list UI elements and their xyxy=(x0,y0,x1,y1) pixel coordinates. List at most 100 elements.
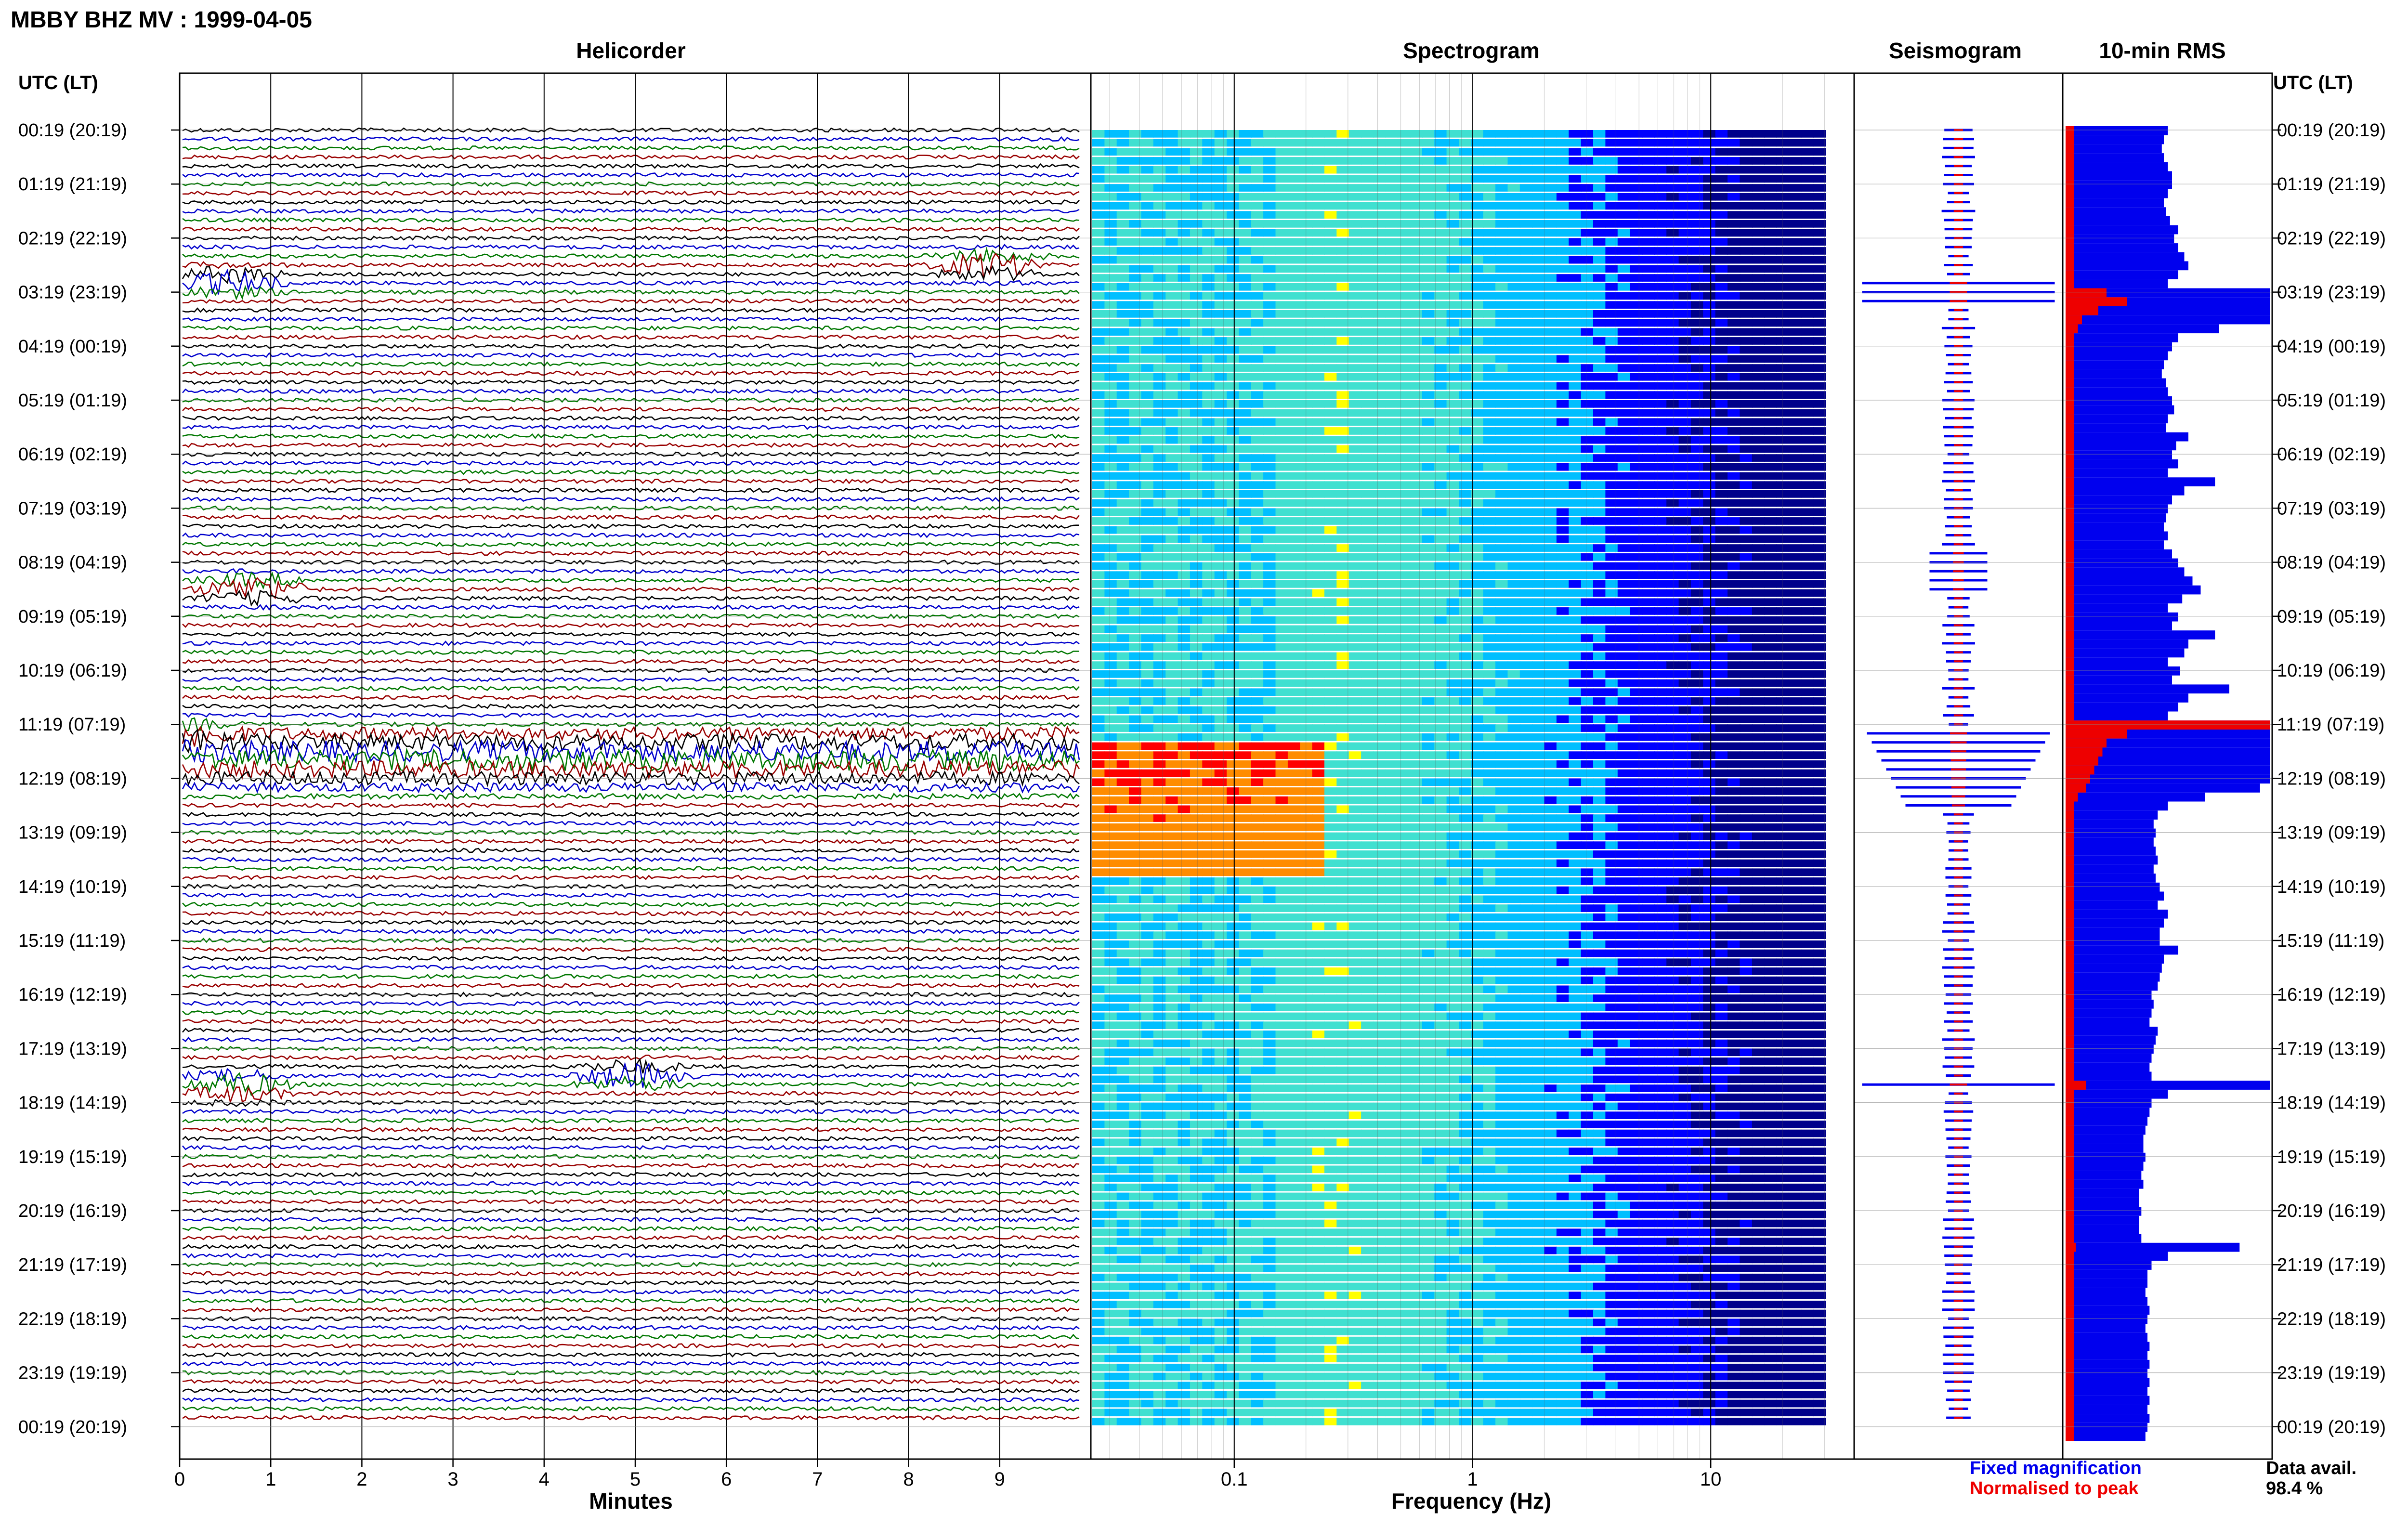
spectrogram-cell xyxy=(1239,724,1252,732)
spectrogram-cell xyxy=(1703,202,1716,210)
spectrogram-cell xyxy=(1214,706,1228,714)
spectrogram-cell xyxy=(1422,751,1435,759)
spectrogram-cell xyxy=(1459,589,1472,597)
spectrogram-cell xyxy=(1214,841,1228,849)
spectrogram-cell xyxy=(1251,328,1264,336)
spectrogram-cell xyxy=(1788,526,1802,534)
spectrogram-cell xyxy=(1483,805,1496,813)
spectrogram-cell xyxy=(1336,157,1349,165)
spectrogram-cell xyxy=(1422,787,1435,795)
spectrogram-cell xyxy=(1410,166,1423,174)
spectrogram-cell xyxy=(1190,310,1203,318)
spectrogram-cell xyxy=(1678,193,1691,201)
spectrogram-cell xyxy=(1446,760,1459,768)
spectrogram-cell xyxy=(1398,814,1411,822)
spectrogram-cell xyxy=(1129,652,1142,660)
spectrogram-cell xyxy=(1813,364,1826,372)
spectrogram-cell xyxy=(1678,256,1691,264)
spectrogram-cell xyxy=(1532,301,1545,309)
spectrogram-cell xyxy=(1410,769,1423,777)
spectrogram-cell xyxy=(1703,823,1716,831)
spectrogram-cell xyxy=(1385,184,1399,192)
spectrogram-cell xyxy=(1373,445,1386,453)
spectrogram-cell xyxy=(1202,607,1215,615)
spectrogram-cell xyxy=(1202,544,1215,552)
spectrogram-cell xyxy=(1519,373,1533,381)
spectrogram-cell xyxy=(1617,526,1631,534)
spectrogram-cell xyxy=(1556,832,1570,840)
spectrogram-cell xyxy=(1581,598,1594,606)
spectrogram-cell xyxy=(1361,490,1374,498)
spectrogram-cell xyxy=(1593,751,1606,759)
spectrogram-cell xyxy=(1569,580,1582,588)
spectrogram-cell xyxy=(1678,832,1691,840)
spectrogram-cell xyxy=(1165,868,1178,876)
spectrogram-cell xyxy=(1459,202,1472,210)
spectrogram-cell xyxy=(1740,283,1753,291)
spectrogram-cell xyxy=(1446,391,1459,399)
spectrogram-cell xyxy=(1813,346,1826,354)
spectrogram-cell xyxy=(1740,274,1753,282)
spectrogram-cell xyxy=(1703,814,1716,822)
figure: 00:19 (20:19) 00:19 (20:19)01:19 (21:19) 0… xyxy=(18,72,2386,1490)
spectrogram-cell xyxy=(1336,346,1349,354)
spectrogram-cell xyxy=(1581,391,1594,399)
spectrogram-cell xyxy=(1593,787,1606,795)
spectrogram-cell xyxy=(1740,211,1753,219)
spectrogram-cell xyxy=(1300,337,1313,345)
spectrogram-cell xyxy=(1116,499,1130,507)
spectrogram-cell xyxy=(1422,715,1435,723)
spectrogram-cell xyxy=(1654,301,1667,309)
spectrogram-cell xyxy=(1275,157,1288,165)
spectrogram-cell xyxy=(1385,652,1399,660)
spectrogram-cell xyxy=(1287,508,1301,516)
spectrogram-cell xyxy=(1092,877,1105,885)
spectrogram-cell xyxy=(1666,454,1679,462)
spectrogram-cell xyxy=(1239,679,1252,687)
spectrogram-cell xyxy=(1532,652,1545,660)
spectrogram-cell xyxy=(1214,769,1228,777)
spectrogram-cell xyxy=(1666,382,1679,390)
spectrogram-cell xyxy=(1813,427,1826,435)
spectrogram-cell xyxy=(1740,391,1753,399)
spectrogram-cell xyxy=(1263,139,1276,147)
spectrogram-cell xyxy=(1324,409,1337,417)
spectrogram-cell xyxy=(1239,697,1252,705)
spectrogram-cell xyxy=(1398,283,1411,291)
spectrogram-cell xyxy=(1141,553,1154,561)
spectrogram-cell xyxy=(1165,607,1178,615)
spectrogram-cell xyxy=(1788,778,1802,786)
spectrogram-cell xyxy=(1287,796,1301,804)
spectrogram-cell xyxy=(1788,769,1802,777)
spectrogram-cell xyxy=(1642,589,1655,597)
spectrogram-cell xyxy=(1361,301,1374,309)
spectrogram-cell xyxy=(1324,454,1337,462)
spectrogram-cell xyxy=(1752,499,1765,507)
spectrogram-cell xyxy=(1104,544,1117,552)
spectrogram-cell xyxy=(1617,346,1631,354)
spectrogram-cell xyxy=(1410,814,1423,822)
spectrogram-cell xyxy=(1556,814,1570,822)
spectrogram-cell xyxy=(1727,418,1741,426)
spectrogram-cell xyxy=(1764,283,1777,291)
spectrogram-cell xyxy=(1410,346,1423,354)
spectrogram-cell xyxy=(1642,355,1655,363)
spectrogram-cell xyxy=(1227,454,1240,462)
spectrogram-cell xyxy=(1544,211,1557,219)
spectrogram-cell xyxy=(1300,517,1313,525)
spectrogram-cell xyxy=(1092,787,1105,795)
spectrogram-cell xyxy=(1312,202,1325,210)
spectrogram-cell xyxy=(1605,301,1618,309)
spectrogram-cell xyxy=(1801,364,1814,372)
spectrogram-cell xyxy=(1617,625,1631,633)
spectrogram-cell xyxy=(1642,445,1655,453)
spectrogram-cell xyxy=(1495,238,1508,246)
spectrogram-cell xyxy=(1727,346,1741,354)
spectrogram-cell xyxy=(1703,481,1716,489)
spectrogram-cell xyxy=(1275,670,1288,678)
spectrogram-cell xyxy=(1544,805,1557,813)
spectrogram-cell xyxy=(1336,256,1349,264)
spectrogram-cell xyxy=(1459,463,1472,471)
spectrogram-cell xyxy=(1202,562,1215,570)
spectrogram-cell xyxy=(1605,373,1618,381)
